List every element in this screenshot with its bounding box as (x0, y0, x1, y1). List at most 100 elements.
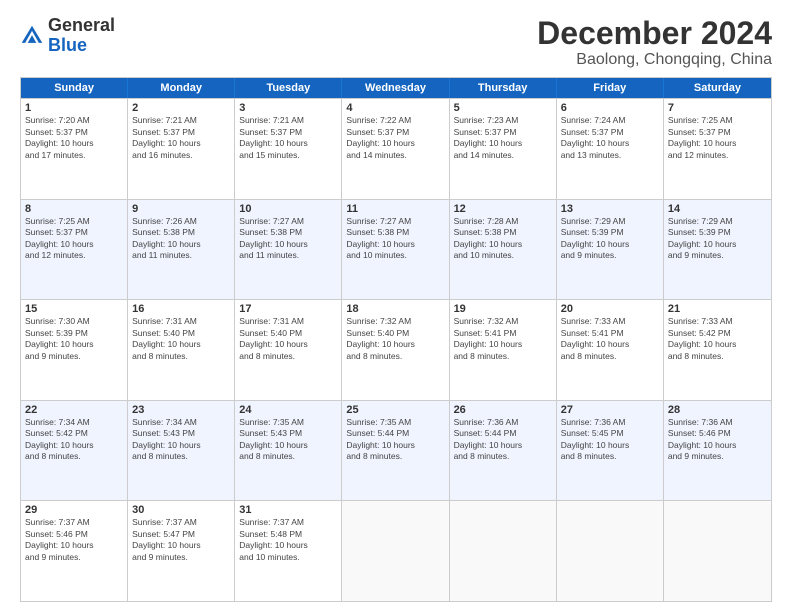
day-info: Sunrise: 7:31 AMSunset: 5:40 PMDaylight:… (132, 316, 230, 362)
calendar-page: General Blue December 2024 Baolong, Chon… (0, 0, 792, 612)
table-row: 28Sunrise: 7:36 AMSunset: 5:46 PMDayligh… (664, 401, 771, 501)
day-info: Sunrise: 7:24 AMSunset: 5:37 PMDaylight:… (561, 115, 659, 161)
day-info: Sunrise: 7:37 AMSunset: 5:48 PMDaylight:… (239, 517, 337, 563)
day-number: 10 (239, 203, 337, 215)
day-info: Sunrise: 7:25 AMSunset: 5:37 PMDaylight:… (668, 115, 767, 161)
day-info: Sunrise: 7:25 AMSunset: 5:37 PMDaylight:… (25, 216, 123, 262)
day-number: 14 (668, 203, 767, 215)
day-info: Sunrise: 7:28 AMSunset: 5:38 PMDaylight:… (454, 216, 552, 262)
table-row: 4Sunrise: 7:22 AMSunset: 5:37 PMDaylight… (342, 99, 449, 199)
table-row: 17Sunrise: 7:31 AMSunset: 5:40 PMDayligh… (235, 300, 342, 400)
day-number: 25 (346, 404, 444, 416)
table-row: 3Sunrise: 7:21 AMSunset: 5:37 PMDaylight… (235, 99, 342, 199)
day-info: Sunrise: 7:35 AMSunset: 5:44 PMDaylight:… (346, 417, 444, 463)
month-title: December 2024 (537, 16, 772, 51)
calendar-header: Sunday Monday Tuesday Wednesday Thursday… (21, 78, 771, 98)
table-row: 30Sunrise: 7:37 AMSunset: 5:47 PMDayligh… (128, 501, 235, 601)
day-number: 27 (561, 404, 659, 416)
table-row: 19Sunrise: 7:32 AMSunset: 5:41 PMDayligh… (450, 300, 557, 400)
header-wednesday: Wednesday (342, 78, 449, 98)
day-info: Sunrise: 7:21 AMSunset: 5:37 PMDaylight:… (132, 115, 230, 161)
day-info: Sunrise: 7:33 AMSunset: 5:42 PMDaylight:… (668, 316, 767, 362)
day-number: 17 (239, 303, 337, 315)
header-friday: Friday (557, 78, 664, 98)
day-number: 29 (25, 504, 123, 516)
day-info: Sunrise: 7:20 AMSunset: 5:37 PMDaylight:… (25, 115, 123, 161)
day-number: 2 (132, 102, 230, 114)
day-info: Sunrise: 7:27 AMSunset: 5:38 PMDaylight:… (239, 216, 337, 262)
table-row: 6Sunrise: 7:24 AMSunset: 5:37 PMDaylight… (557, 99, 664, 199)
day-number: 3 (239, 102, 337, 114)
calendar-row: 29Sunrise: 7:37 AMSunset: 5:46 PMDayligh… (21, 500, 771, 601)
day-number: 18 (346, 303, 444, 315)
table-row: 12Sunrise: 7:28 AMSunset: 5:38 PMDayligh… (450, 200, 557, 300)
table-row: 23Sunrise: 7:34 AMSunset: 5:43 PMDayligh… (128, 401, 235, 501)
day-info: Sunrise: 7:34 AMSunset: 5:43 PMDaylight:… (132, 417, 230, 463)
logo-icon (20, 24, 44, 48)
table-row: 7Sunrise: 7:25 AMSunset: 5:37 PMDaylight… (664, 99, 771, 199)
day-info: Sunrise: 7:29 AMSunset: 5:39 PMDaylight:… (668, 216, 767, 262)
location: Baolong, Chongqing, China (537, 51, 772, 69)
calendar-row: 1Sunrise: 7:20 AMSunset: 5:37 PMDaylight… (21, 98, 771, 199)
day-number: 1 (25, 102, 123, 114)
table-row: 20Sunrise: 7:33 AMSunset: 5:41 PMDayligh… (557, 300, 664, 400)
day-number: 4 (346, 102, 444, 114)
day-info: Sunrise: 7:37 AMSunset: 5:46 PMDaylight:… (25, 517, 123, 563)
calendar: Sunday Monday Tuesday Wednesday Thursday… (20, 77, 772, 602)
day-number: 31 (239, 504, 337, 516)
header-sunday: Sunday (21, 78, 128, 98)
table-row: 11Sunrise: 7:27 AMSunset: 5:38 PMDayligh… (342, 200, 449, 300)
day-info: Sunrise: 7:32 AMSunset: 5:40 PMDaylight:… (346, 316, 444, 362)
table-row: 25Sunrise: 7:35 AMSunset: 5:44 PMDayligh… (342, 401, 449, 501)
day-number: 26 (454, 404, 552, 416)
header-saturday: Saturday (664, 78, 771, 98)
table-row: 15Sunrise: 7:30 AMSunset: 5:39 PMDayligh… (21, 300, 128, 400)
table-row (557, 501, 664, 601)
day-number: 6 (561, 102, 659, 114)
day-number: 7 (668, 102, 767, 114)
day-number: 9 (132, 203, 230, 215)
day-info: Sunrise: 7:23 AMSunset: 5:37 PMDaylight:… (454, 115, 552, 161)
day-number: 22 (25, 404, 123, 416)
day-info: Sunrise: 7:31 AMSunset: 5:40 PMDaylight:… (239, 316, 337, 362)
day-info: Sunrise: 7:36 AMSunset: 5:46 PMDaylight:… (668, 417, 767, 463)
day-number: 15 (25, 303, 123, 315)
header-monday: Monday (128, 78, 235, 98)
table-row (342, 501, 449, 601)
header-thursday: Thursday (450, 78, 557, 98)
day-info: Sunrise: 7:35 AMSunset: 5:43 PMDaylight:… (239, 417, 337, 463)
title-area: December 2024 Baolong, Chongqing, China (537, 16, 772, 69)
table-row: 18Sunrise: 7:32 AMSunset: 5:40 PMDayligh… (342, 300, 449, 400)
day-number: 21 (668, 303, 767, 315)
table-row: 8Sunrise: 7:25 AMSunset: 5:37 PMDaylight… (21, 200, 128, 300)
day-number: 19 (454, 303, 552, 315)
day-info: Sunrise: 7:33 AMSunset: 5:41 PMDaylight:… (561, 316, 659, 362)
table-row (664, 501, 771, 601)
day-number: 12 (454, 203, 552, 215)
day-info: Sunrise: 7:30 AMSunset: 5:39 PMDaylight:… (25, 316, 123, 362)
day-number: 8 (25, 203, 123, 215)
day-number: 23 (132, 404, 230, 416)
day-number: 13 (561, 203, 659, 215)
table-row: 1Sunrise: 7:20 AMSunset: 5:37 PMDaylight… (21, 99, 128, 199)
table-row (450, 501, 557, 601)
logo: General Blue (20, 16, 115, 56)
day-info: Sunrise: 7:32 AMSunset: 5:41 PMDaylight:… (454, 316, 552, 362)
table-row: 27Sunrise: 7:36 AMSunset: 5:45 PMDayligh… (557, 401, 664, 501)
day-number: 28 (668, 404, 767, 416)
logo-text: General Blue (48, 16, 115, 56)
page-header: General Blue December 2024 Baolong, Chon… (20, 16, 772, 69)
table-row: 22Sunrise: 7:34 AMSunset: 5:42 PMDayligh… (21, 401, 128, 501)
day-info: Sunrise: 7:36 AMSunset: 5:45 PMDaylight:… (561, 417, 659, 463)
day-info: Sunrise: 7:34 AMSunset: 5:42 PMDaylight:… (25, 417, 123, 463)
logo-blue: Blue (48, 35, 87, 55)
day-info: Sunrise: 7:27 AMSunset: 5:38 PMDaylight:… (346, 216, 444, 262)
day-info: Sunrise: 7:26 AMSunset: 5:38 PMDaylight:… (132, 216, 230, 262)
calendar-row: 8Sunrise: 7:25 AMSunset: 5:37 PMDaylight… (21, 199, 771, 300)
day-number: 20 (561, 303, 659, 315)
calendar-row: 15Sunrise: 7:30 AMSunset: 5:39 PMDayligh… (21, 299, 771, 400)
table-row: 10Sunrise: 7:27 AMSunset: 5:38 PMDayligh… (235, 200, 342, 300)
day-number: 5 (454, 102, 552, 114)
table-row: 2Sunrise: 7:21 AMSunset: 5:37 PMDaylight… (128, 99, 235, 199)
table-row: 24Sunrise: 7:35 AMSunset: 5:43 PMDayligh… (235, 401, 342, 501)
